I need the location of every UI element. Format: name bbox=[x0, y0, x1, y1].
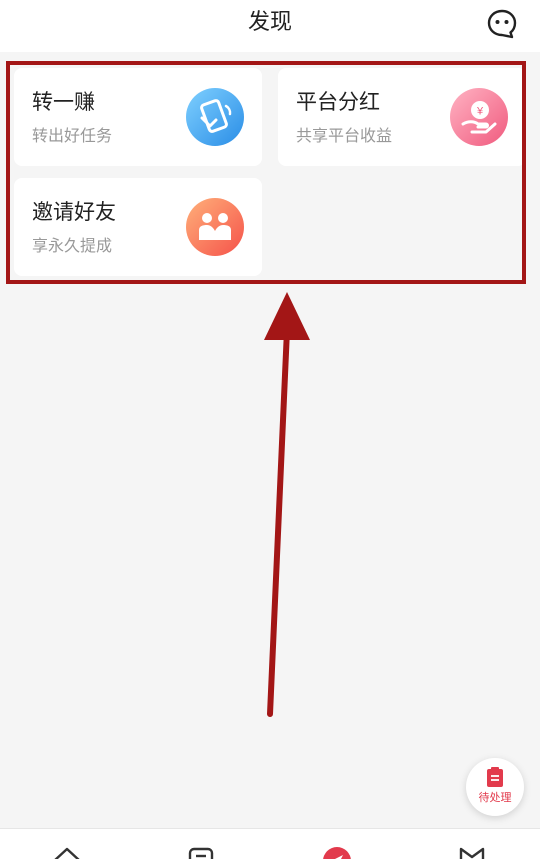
card-platform-dividend[interactable]: 平台分红 共享平台收益 ¥ bbox=[278, 68, 526, 166]
phone-transfer-icon bbox=[186, 88, 244, 146]
pending-button[interactable]: 待处理 bbox=[466, 758, 524, 816]
card-subtitle: 享永久提成 bbox=[32, 236, 113, 255]
friends-icon bbox=[186, 198, 244, 256]
task-icon[interactable] bbox=[186, 845, 218, 859]
hand-coin-icon: ¥ bbox=[450, 88, 508, 146]
card-title: 平台分红 bbox=[296, 90, 380, 114]
card-subtitle: 共享平台收益 bbox=[296, 126, 393, 145]
card-title: 转一赚 bbox=[32, 90, 95, 114]
card-title: 邀请好友 bbox=[32, 200, 116, 224]
profile-icon[interactable] bbox=[456, 845, 488, 859]
discover-icon[interactable] bbox=[321, 845, 353, 859]
clipboard-icon bbox=[487, 767, 503, 787]
home-icon[interactable] bbox=[51, 845, 83, 859]
chat-bubble-icon[interactable] bbox=[486, 8, 518, 40]
discover-page: 发现 转一赚 转出好任务 平台分红 共享平台收益 ¥ 邀请好友 享永久提成 待处… bbox=[0, 0, 540, 859]
card-invite-friends[interactable]: 邀请好友 享永久提成 bbox=[14, 178, 262, 276]
svg-text:¥: ¥ bbox=[476, 106, 484, 118]
bottom-tab-bar bbox=[0, 828, 540, 859]
page-title: 发现 bbox=[247, 10, 292, 35]
card-subtitle: 转出好任务 bbox=[32, 126, 113, 145]
pending-label: 待处理 bbox=[478, 791, 512, 804]
top-bar: 发现 bbox=[0, 0, 540, 52]
card-zhuan-yi-zhuan[interactable]: 转一赚 转出好任务 bbox=[14, 68, 262, 166]
